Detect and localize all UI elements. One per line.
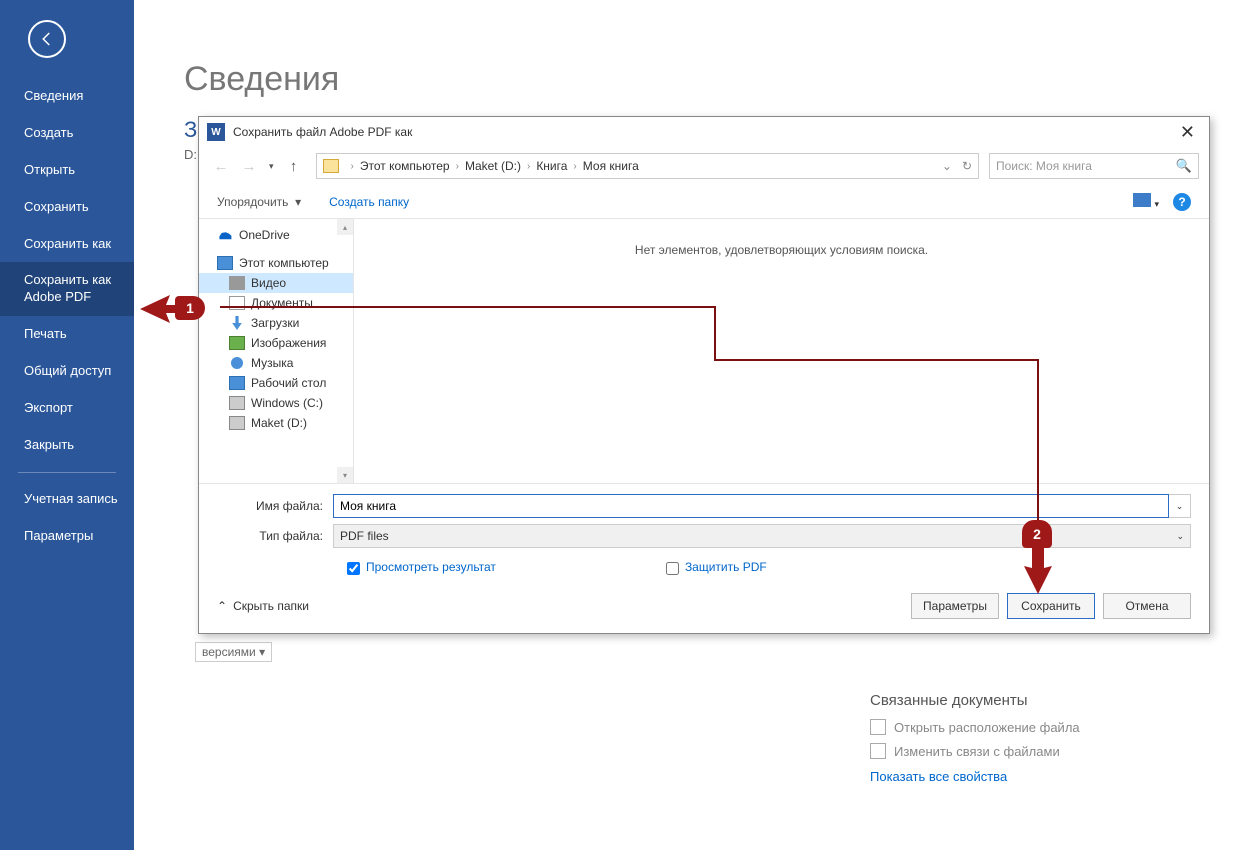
- document-icon: [229, 296, 245, 310]
- nav-account[interactable]: Учетная запись: [0, 481, 134, 518]
- folder-tree[interactable]: ▴ OneDrive Этот компьютер Видео Документ…: [199, 219, 354, 483]
- edit-file-links[interactable]: Изменить связи с файлами: [870, 743, 1210, 759]
- filename-label: Имя файла:: [217, 499, 333, 513]
- dialog-navbar: ← → ▾ ↑ › Этот компьютер › Maket (D:) › …: [199, 147, 1209, 185]
- desktop-icon: [229, 376, 245, 390]
- nav-save-as-adobe-pdf[interactable]: Сохранить как Adobe PDF: [0, 262, 134, 316]
- page-title: Сведения: [184, 60, 1259, 99]
- chevron-right-icon: ›: [527, 161, 530, 172]
- cancel-button[interactable]: Отмена: [1103, 593, 1191, 619]
- computer-icon: [217, 256, 233, 270]
- annotation-callout-1: 1: [175, 296, 205, 320]
- nav-divider: [18, 472, 116, 473]
- arrow-left-icon: [38, 30, 56, 48]
- tree-documents[interactable]: Документы: [199, 293, 353, 313]
- tree-downloads[interactable]: Загрузки: [199, 313, 353, 333]
- empty-message: Нет элементов, удовлетворяющих условиям …: [354, 243, 1209, 257]
- dialog-toolbar: Упорядочить ▾ Создать папку ▾ ?: [199, 185, 1209, 219]
- breadcrumb-item[interactable]: Этот компьютер: [360, 159, 450, 173]
- nav-forward-arrow[interactable]: →: [237, 154, 261, 178]
- tree-music[interactable]: Музыка: [199, 353, 353, 373]
- help-button[interactable]: ?: [1173, 193, 1191, 211]
- nav-share[interactable]: Общий доступ: [0, 353, 134, 390]
- drive-icon: [229, 396, 245, 410]
- tree-video[interactable]: Видео: [199, 273, 353, 293]
- view-icon: [1133, 193, 1151, 207]
- nav-history-dropdown[interactable]: ▾: [269, 161, 274, 172]
- versions-dropdown[interactable]: версиями ▾: [195, 642, 272, 662]
- music-icon: [229, 356, 245, 370]
- chevron-right-icon: ›: [351, 161, 354, 172]
- save-button[interactable]: Сохранить: [1007, 593, 1095, 619]
- onedrive-icon: [217, 228, 233, 242]
- annotation-callout-2: 2: [1022, 520, 1052, 548]
- tree-drive-d[interactable]: Maket (D:): [199, 413, 353, 433]
- filetype-select[interactable]: PDF files⌄: [333, 524, 1191, 548]
- search-input[interactable]: Поиск: Моя книга 🔍: [989, 153, 1199, 179]
- links-icon: [870, 743, 886, 759]
- new-folder-button[interactable]: Создать папку: [329, 195, 409, 209]
- file-list-area[interactable]: Нет элементов, удовлетворяющих условиям …: [354, 219, 1209, 483]
- preview-result-checkbox[interactable]: Просмотреть результат: [347, 560, 496, 575]
- filename-input[interactable]: [333, 494, 1169, 518]
- breadcrumb-item[interactable]: Книга: [536, 159, 567, 173]
- view-mode-button[interactable]: ▾: [1133, 193, 1159, 210]
- download-icon: [229, 316, 245, 330]
- scroll-up-icon[interactable]: ▴: [337, 219, 353, 235]
- nav-save[interactable]: Сохранить: [0, 189, 134, 226]
- organize-menu[interactable]: Упорядочить ▾: [217, 195, 301, 209]
- nav-new[interactable]: Создать: [0, 115, 134, 152]
- dialog-title-text: Сохранить файл Adobe PDF как: [233, 125, 412, 139]
- dialog-close-button[interactable]: ✕: [1174, 122, 1201, 143]
- video-icon: [229, 276, 245, 290]
- back-button[interactable]: [28, 20, 66, 58]
- related-documents: Связанные документы Открыть расположение…: [870, 692, 1210, 784]
- breadcrumb-item[interactable]: Моя книга: [583, 159, 639, 173]
- scroll-down-icon[interactable]: ▾: [337, 467, 353, 483]
- image-icon: [229, 336, 245, 350]
- open-file-location[interactable]: Открыть расположение файла: [870, 719, 1210, 735]
- filename-history-dropdown[interactable]: ⌄: [1169, 494, 1191, 518]
- tree-desktop[interactable]: Рабочий стол: [199, 373, 353, 393]
- chevron-up-icon: ⌃: [217, 599, 227, 613]
- save-as-dialog: W Сохранить файл Adobe PDF как ✕ ← → ▾ ↑…: [198, 116, 1210, 634]
- nav-options[interactable]: Параметры: [0, 518, 134, 555]
- filetype-label: Тип файла:: [217, 529, 333, 543]
- word-icon: W: [207, 123, 225, 141]
- dialog-titlebar: W Сохранить файл Adobe PDF как ✕: [199, 117, 1209, 147]
- tree-onedrive[interactable]: OneDrive: [199, 225, 353, 245]
- protect-pdf-checkbox[interactable]: Защитить PDF: [666, 560, 767, 575]
- folder-icon: [870, 719, 886, 735]
- address-bar[interactable]: › Этот компьютер › Maket (D:) › Книга › …: [316, 153, 979, 179]
- parameters-button[interactable]: Параметры: [911, 593, 999, 619]
- tree-this-pc[interactable]: Этот компьютер: [199, 253, 353, 273]
- nav-print[interactable]: Печать: [0, 316, 134, 353]
- tree-images[interactable]: Изображения: [199, 333, 353, 353]
- nav-info[interactable]: Сведения: [0, 78, 134, 115]
- addr-dropdown-icon[interactable]: ⌄: [942, 159, 952, 173]
- nav-open[interactable]: Открыть: [0, 152, 134, 189]
- related-heading: Связанные документы: [870, 692, 1210, 709]
- chevron-right-icon: ›: [573, 161, 576, 172]
- folder-icon: [323, 159, 339, 173]
- nav-close[interactable]: Закрыть: [0, 427, 134, 464]
- dialog-bottom-panel: Имя файла: ⌄ Тип файла: PDF files⌄ Просм…: [199, 483, 1209, 633]
- search-icon: 🔍: [1176, 158, 1192, 174]
- nav-export[interactable]: Экспорт: [0, 390, 134, 427]
- tree-drive-c[interactable]: Windows (C:): [199, 393, 353, 413]
- backstage-sidebar: Сведения Создать Открыть Сохранить Сохра…: [0, 0, 134, 850]
- breadcrumb-item[interactable]: Maket (D:): [465, 159, 521, 173]
- hide-folders-toggle[interactable]: ⌃Скрыть папки: [217, 599, 309, 613]
- nav-save-as[interactable]: Сохранить как: [0, 226, 134, 263]
- refresh-icon[interactable]: ↻: [962, 159, 972, 173]
- nav-up-arrow[interactable]: ↑: [282, 154, 306, 178]
- nav-back-arrow[interactable]: ←: [209, 154, 233, 178]
- drive-icon: [229, 416, 245, 430]
- chevron-right-icon: ›: [456, 161, 459, 172]
- show-all-properties[interactable]: Показать все свойства: [870, 769, 1210, 784]
